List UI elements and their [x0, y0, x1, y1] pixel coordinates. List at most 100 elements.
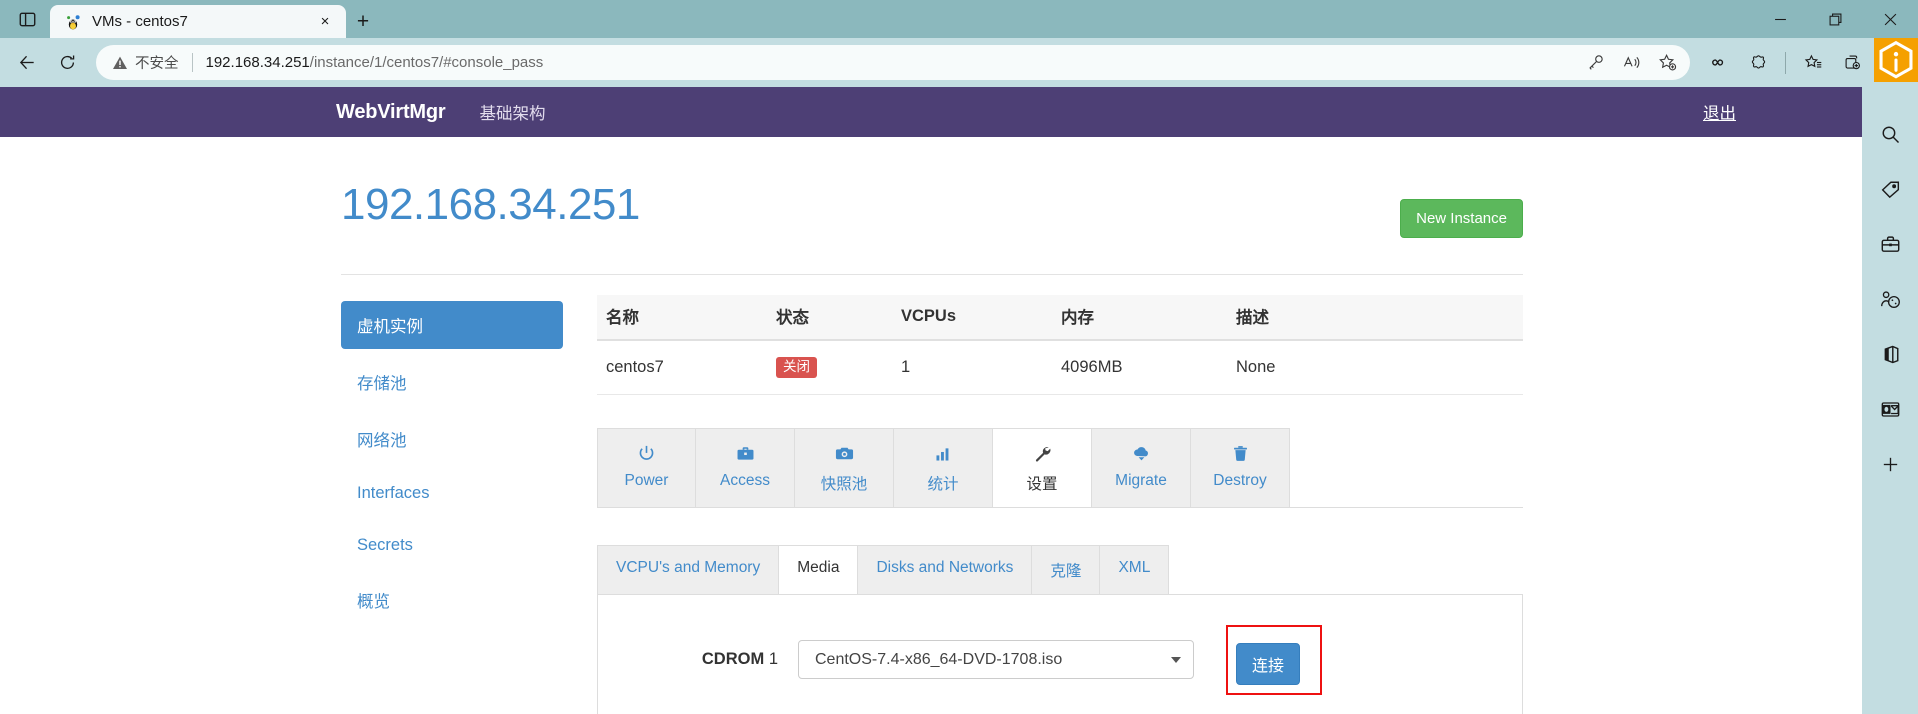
tab-migrate[interactable]: Migrate [1092, 427, 1191, 507]
page-title-row: 192.168.34.251 New Instance [341, 137, 1523, 238]
cell-name[interactable]: centos7 [597, 340, 767, 395]
minimize-icon[interactable] [1753, 0, 1808, 38]
wrench-icon [993, 443, 1091, 465]
collections-icon[interactable] [1833, 44, 1871, 82]
logout-link[interactable]: 退出 [1703, 100, 1736, 124]
tab-snapshots-label: 快照池 [820, 475, 868, 493]
vm-table-head: 名称 状态 VCPUs 内存 描述 [597, 295, 1523, 341]
read-aloud-icon[interactable] [1614, 47, 1648, 78]
page-container: 192.168.34.251 New Instance 虚机实例 存储池 网络池… [339, 137, 1523, 714]
new-instance-button[interactable]: New Instance [1400, 199, 1523, 238]
tab-list-icon[interactable] [8, 0, 46, 38]
tab-power[interactable]: Power [597, 427, 696, 507]
bar-chart-icon [894, 443, 992, 465]
browser-window: VMs - centos7 × + 不安全 192.168.34.251/ins… [0, 0, 1918, 714]
subtab-xml[interactable]: XML [1100, 544, 1170, 594]
add-icon[interactable] [1875, 449, 1905, 479]
tab-power-label: Power [624, 471, 669, 489]
cell-state: 关闭 [767, 340, 892, 395]
main-content: 名称 状态 VCPUs 内存 描述 centos7 关闭 1 4096MB No… [597, 295, 1523, 714]
reload-icon[interactable] [48, 44, 86, 82]
page-title: 192.168.34.251 [341, 180, 640, 229]
subtab-media[interactable]: Media [779, 544, 859, 594]
page-body: 虚机实例 存储池 网络池 Interfaces Secrets 概览 名称 状态 [341, 275, 1523, 714]
warning-triangle-icon [112, 55, 128, 71]
camera-icon [795, 443, 893, 465]
sidenav-item-overview[interactable]: 概览 [341, 576, 563, 624]
url-path: /instance/1/centos7/#console_pass [309, 54, 544, 71]
tab-destroy-label: Destroy [1213, 471, 1267, 489]
omnibox-actions [1578, 47, 1684, 78]
sidenav-item-network[interactable]: 网络池 [341, 415, 563, 463]
edge-sidebar [1862, 87, 1918, 714]
table-header-row: 名称 状态 VCPUs 内存 描述 [597, 295, 1523, 341]
table-row[interactable]: centos7 关闭 1 4096MB None [597, 340, 1523, 395]
back-arrow-icon[interactable] [8, 44, 46, 82]
tab-stats-label: 统计 [927, 475, 959, 493]
add-favorite-icon[interactable] [1650, 47, 1684, 78]
infinity-icon[interactable] [1700, 44, 1738, 82]
tab-migrate-label: Migrate [1115, 471, 1167, 489]
connect-button[interactable]: 连接 [1236, 642, 1301, 685]
window-controls [1753, 0, 1918, 38]
app-header: WebVirtMgr 基础架构 退出 [0, 87, 1862, 137]
security-warning[interactable]: 不安全 [112, 52, 179, 73]
connect-highlight-box: 连接 [1226, 624, 1323, 695]
th-memory: 内存 [1052, 295, 1227, 341]
security-label: 不安全 [135, 56, 179, 72]
address-bar[interactable]: 不安全 192.168.34.251/instance/1/centos7/#c… [96, 45, 1690, 80]
vm-table: 名称 状态 VCPUs 内存 描述 centos7 关闭 1 4096MB No… [597, 295, 1523, 395]
subtab-clone[interactable]: 克隆 [1032, 544, 1101, 594]
th-description: 描述 [1227, 295, 1523, 341]
new-tab-button[interactable]: + [346, 5, 380, 38]
search-icon[interactable] [1875, 119, 1905, 149]
webpage-viewport: WebVirtMgr 基础架构 退出 192.168.34.251 New In… [0, 87, 1862, 714]
url-text: 192.168.34.251/instance/1/centos7/#conso… [206, 54, 1579, 71]
omnibox-divider [191, 53, 193, 72]
shopping-tag-icon[interactable] [1875, 174, 1905, 204]
cdrom-label-text: CDROM [701, 650, 765, 668]
briefcase-icon [696, 443, 794, 465]
favorites-icon[interactable] [1794, 44, 1832, 82]
app-shortcut-icon[interactable] [1874, 38, 1918, 82]
cdrom-label: CDROM 1 [618, 650, 798, 669]
nav-infrastructure[interactable]: 基础架构 [480, 100, 546, 124]
office-icon[interactable] [1875, 339, 1905, 369]
tab-access[interactable]: Access [696, 427, 795, 507]
subtab-disks-networks[interactable]: Disks and Networks [858, 544, 1033, 594]
status-badge: 关闭 [776, 357, 817, 378]
browser-tab[interactable]: VMs - centos7 × [50, 5, 346, 38]
tab-destroy[interactable]: Destroy [1191, 427, 1290, 507]
key-icon[interactable] [1578, 47, 1612, 78]
iso-select[interactable]: CentOS-7.4-x86_64-DVD-1708.iso [798, 640, 1194, 679]
th-state: 状态 [767, 295, 892, 341]
sidenav-item-interfaces[interactable]: Interfaces [341, 472, 563, 515]
subtab-vcpu-memory[interactable]: VCPU's and Memory [597, 544, 780, 594]
cell-vcpus: 1 [892, 340, 1052, 395]
sidenav-item-secrets[interactable]: Secrets [341, 524, 563, 567]
browser-navbar: 不安全 192.168.34.251/instance/1/centos7/#c… [0, 38, 1918, 87]
extensions-icon[interactable] [1739, 44, 1777, 82]
restore-icon[interactable] [1808, 0, 1863, 38]
app-brand[interactable]: WebVirtMgr [336, 101, 446, 124]
close-window-icon[interactable] [1863, 0, 1918, 38]
tab-stats[interactable]: 统计 [894, 427, 993, 507]
action-tabs: Power Access 快照池 统计 设置 Migrate Destroy [597, 427, 1523, 508]
tab-snapshots[interactable]: 快照池 [795, 427, 894, 507]
close-icon[interactable]: × [314, 11, 336, 33]
cell-memory: 4096MB [1052, 340, 1227, 395]
tools-briefcase-icon[interactable] [1875, 229, 1905, 259]
url-host: 192.168.34.251 [205, 54, 310, 71]
tab-access-label: Access [720, 471, 770, 489]
cloud-download-icon [1092, 443, 1190, 465]
tab-settings-label: 设置 [1026, 475, 1058, 493]
sidenav-item-storage[interactable]: 存储池 [341, 358, 563, 406]
toolbar-divider [1785, 51, 1786, 74]
outlook-icon[interactable] [1875, 394, 1905, 424]
sidenav-item-instances[interactable]: 虚机实例 [341, 301, 563, 349]
power-icon [598, 443, 695, 465]
sidenav: 虚机实例 存储池 网络池 Interfaces Secrets 概览 [341, 295, 563, 714]
tab-settings[interactable]: 设置 [993, 427, 1092, 507]
gaming-icon[interactable] [1875, 284, 1905, 314]
chevron-down-icon [1171, 656, 1181, 663]
